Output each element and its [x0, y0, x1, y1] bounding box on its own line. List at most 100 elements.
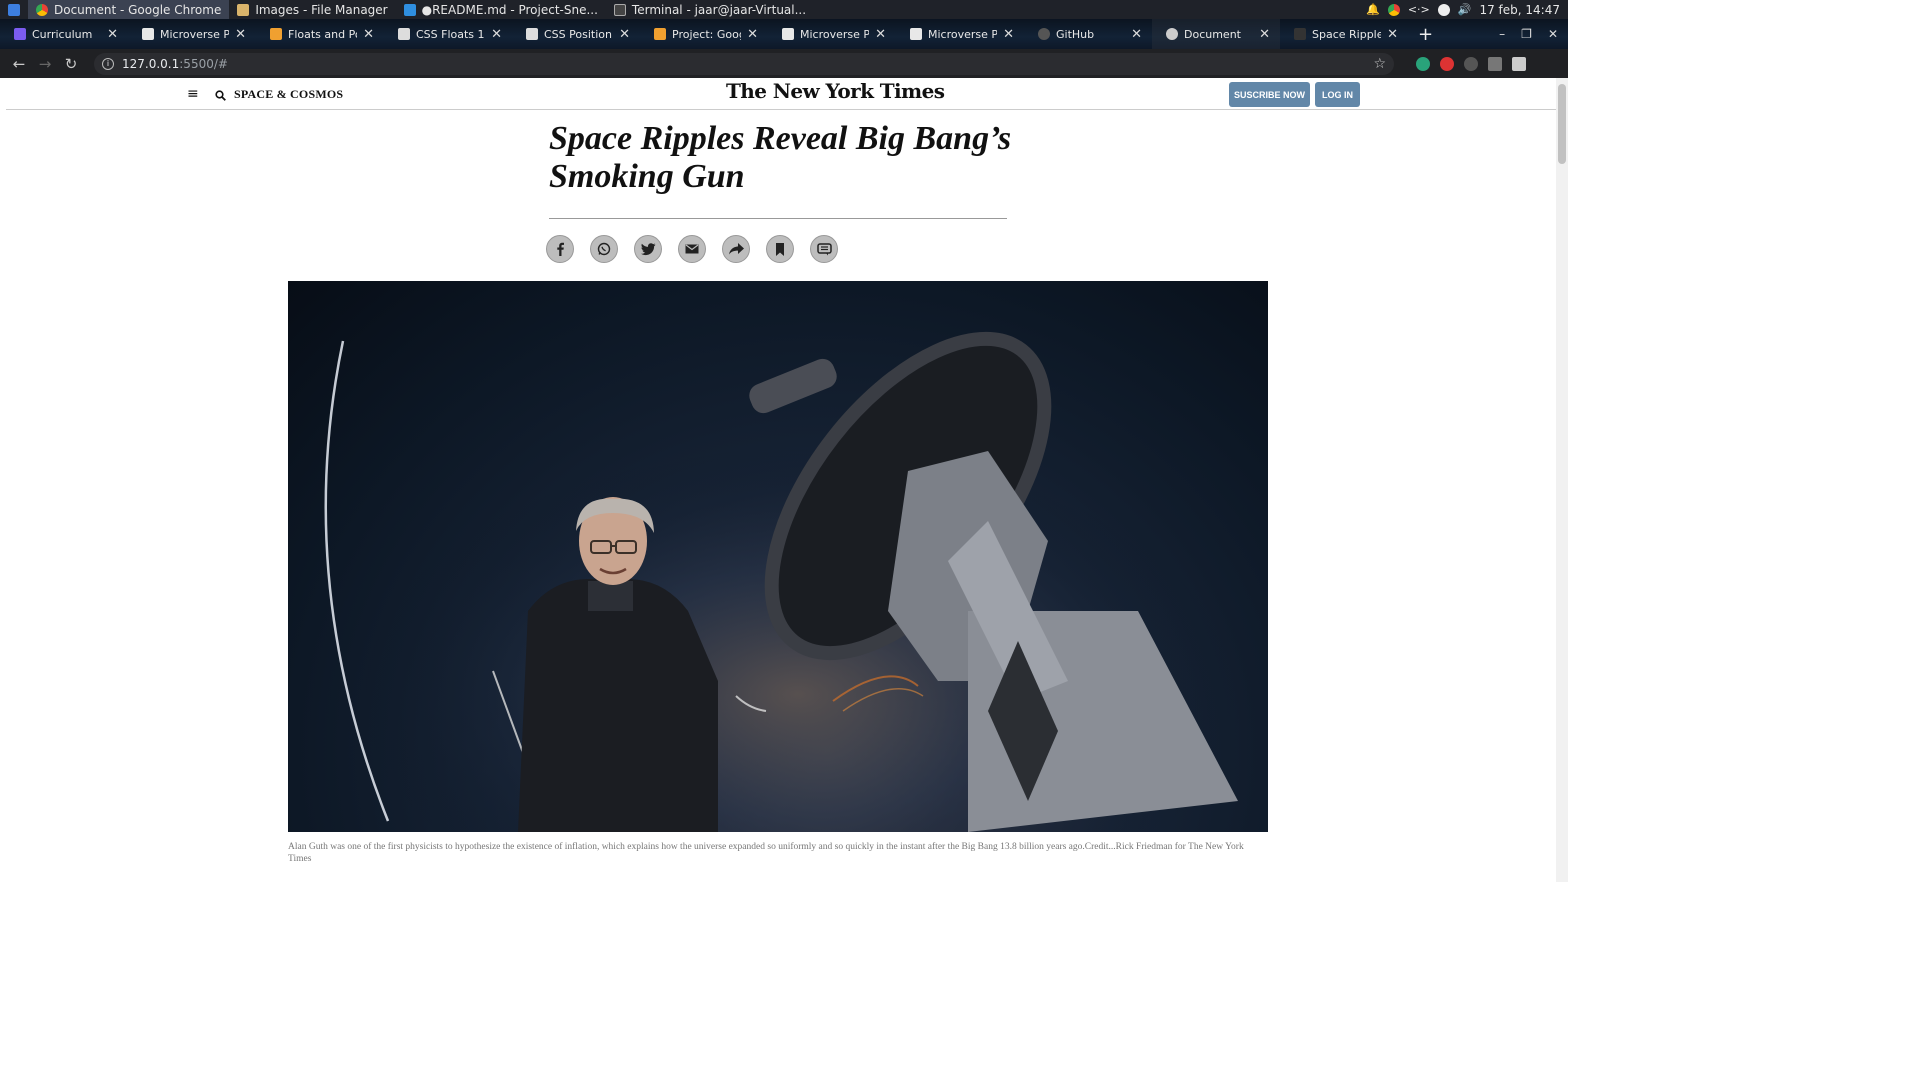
hamburger-menu-icon[interactable]: ≡ [187, 86, 199, 102]
tab-label: Microverse Prog [800, 27, 870, 41]
address-bar[interactable]: i 127.0.0.1:5500/# ☆ [94, 52, 1394, 75]
extension-icon[interactable] [1440, 56, 1454, 71]
taskbar-window-vscode[interactable]: ●README.md - Project-Sne... [396, 0, 606, 19]
login-button[interactable]: LOG IN [1315, 82, 1360, 107]
share-arrow-icon[interactable] [722, 235, 750, 263]
browser-tab[interactable]: Microverse Prog ✕ [768, 19, 896, 49]
tab-label: Microverse Prog [928, 27, 998, 41]
close-icon[interactable]: ✕ [875, 27, 886, 42]
forward-icon[interactable]: → [32, 55, 58, 73]
telescope-scene [288, 281, 1268, 832]
extension-icon[interactable] [1416, 56, 1430, 71]
clock[interactable]: 17 feb, 14:47 [1479, 3, 1560, 17]
microverse-icon [782, 28, 794, 40]
tab-label: CSS Floats 101 - [416, 27, 485, 41]
taskbar-window-terminal[interactable]: Terminal - jaar@jaar-Virtual... [606, 0, 814, 19]
terminal-icon [613, 3, 626, 16]
bookmark-icon[interactable] [766, 235, 794, 263]
browser-tab[interactable]: Microverse Prog ✕ [896, 19, 1024, 49]
tab-label: Curriculum [32, 27, 93, 41]
divider [549, 218, 1007, 219]
scrollbar-thumb[interactable] [1558, 84, 1566, 164]
globe-icon [1166, 28, 1178, 40]
twitter-icon[interactable] [634, 235, 662, 263]
minimize-icon[interactable]: – [1499, 27, 1505, 41]
share-tools [546, 235, 838, 263]
profile-icon[interactable] [1512, 56, 1526, 71]
tab-label: Floats and Positi [288, 27, 357, 41]
whatsapp-icon[interactable] [590, 235, 618, 263]
power-icon[interactable] [1437, 3, 1450, 16]
extensions-area [1416, 56, 1526, 71]
window-controls: – ❐ ✕ [1499, 27, 1568, 41]
photo-caption: Alan Guth was one of the first physicist… [288, 842, 1244, 864]
extension-icon[interactable] [1464, 56, 1478, 71]
url-path: :5500/# [179, 56, 228, 71]
network-icon[interactable]: <·> [1408, 3, 1430, 16]
close-icon[interactable]: ✕ [107, 27, 118, 42]
hero-photo [288, 281, 1268, 832]
browser-tab[interactable]: Project: Google I ✕ [640, 19, 768, 49]
taskbar-window-chrome[interactable]: Document - Google Chrome [28, 0, 230, 19]
os-taskbar: Document - Google Chrome Images - File M… [0, 0, 1568, 19]
system-tray: 🔔 <·> 🔊 17 feb, 14:47 [1366, 3, 1568, 17]
facebook-icon[interactable] [546, 235, 574, 263]
url-host: 127.0.0.1 [122, 56, 180, 71]
app-menu-button[interactable] [0, 0, 28, 19]
search-icon[interactable] [215, 86, 226, 105]
microverse-icon [910, 28, 922, 40]
browser-tab[interactable]: GitHub ✕ [1024, 19, 1152, 49]
taskbar-window-label: Terminal - jaar@jaar-Virtual... [631, 2, 807, 17]
close-icon[interactable]: ✕ [235, 27, 246, 42]
close-icon[interactable]: ✕ [491, 27, 502, 42]
close-icon[interactable]: ✕ [1003, 27, 1014, 42]
tab-label: Project: Google I [672, 27, 741, 41]
app-menu-icon [8, 3, 20, 16]
tab-label: Microverse Prog [160, 27, 230, 41]
bookmark-star-icon[interactable]: ☆ [1373, 56, 1386, 72]
close-window-icon[interactable]: ✕ [1548, 27, 1558, 41]
browser-tab[interactable]: Microverse Prog ✕ [128, 19, 256, 49]
tab-label: Space Ripples R [1312, 27, 1382, 41]
tab-label: GitHub [1056, 27, 1095, 41]
learnlayout-icon [398, 28, 410, 40]
subscribe-button[interactable]: SUSCRIBE NOW [1229, 82, 1310, 107]
bell-icon[interactable]: 🔔 [1366, 3, 1380, 16]
close-icon[interactable]: ✕ [363, 27, 374, 42]
nyt-logo[interactable]: The New York Times [726, 79, 945, 103]
page-viewport: ≡ SPACE & COSMOS The New York Times SUSC… [0, 78, 1568, 882]
browser-tab[interactable]: CSS Floats 101 - ✕ [384, 19, 512, 49]
puzzle-icon[interactable] [1488, 56, 1502, 71]
page-scrollbar[interactable] [1556, 78, 1568, 882]
microverse-icon [14, 28, 26, 40]
close-icon[interactable]: ✕ [1131, 27, 1142, 42]
github-icon [1038, 28, 1050, 40]
browser-tab-active[interactable]: Document ✕ [1152, 19, 1280, 49]
browser-tab[interactable]: CSS Positioning ✕ [512, 19, 640, 49]
close-icon[interactable]: ✕ [619, 27, 630, 42]
tab-label: Document [1184, 27, 1241, 41]
reload-icon[interactable]: ↻ [58, 55, 84, 73]
restore-icon[interactable]: ❐ [1521, 27, 1532, 41]
back-icon[interactable]: ← [6, 55, 32, 73]
browser-tab[interactable]: Curriculum ✕ [0, 19, 128, 49]
browser-tab[interactable]: Floats and Positi ✕ [256, 19, 384, 49]
volume-icon[interactable]: 🔊 [1458, 3, 1472, 16]
odin-icon [270, 28, 282, 40]
taskbar-window-label: Images - File Manager [255, 2, 388, 17]
close-icon[interactable]: ✕ [1259, 27, 1270, 42]
comment-icon[interactable] [810, 235, 838, 263]
vscode-icon [403, 3, 416, 16]
section-title[interactable]: SPACE & COSMOS [234, 87, 343, 102]
close-icon[interactable]: ✕ [747, 27, 758, 42]
email-icon[interactable] [678, 235, 706, 263]
browser-tab[interactable]: Space Ripples R ✕ [1280, 19, 1408, 49]
chrome-tray-icon[interactable] [1387, 3, 1400, 16]
masthead: ≡ SPACE & COSMOS The New York Times SUSC… [6, 78, 1556, 110]
site-info-icon[interactable]: i [102, 57, 114, 70]
new-tab-button[interactable]: + [1408, 24, 1443, 45]
taskbar-window-file-manager[interactable]: Images - File Manager [229, 0, 395, 19]
article-headline: Space Ripples Reveal Big Bang’s Smoking … [549, 120, 1012, 195]
folder-icon [237, 3, 250, 16]
close-icon[interactable]: ✕ [1387, 27, 1398, 42]
